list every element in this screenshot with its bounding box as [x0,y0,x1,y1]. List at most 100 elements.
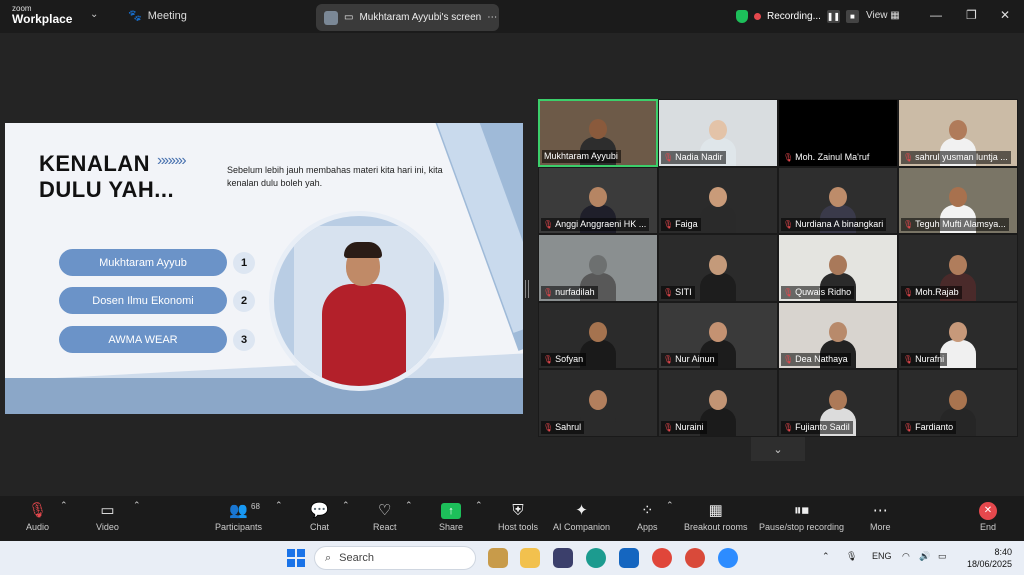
participants-options-caret[interactable]: ⌃ [275,500,283,511]
participant-tile[interactable]: 🎙 Sahrul [538,369,658,437]
mic-muted-icon: 🎙 [783,355,794,365]
file-explorer-icon[interactable] [520,548,540,568]
participant-name-tag: 🎙 Dea Nathaya [781,353,851,367]
edge-icon[interactable] [586,548,606,568]
pause-stop-recording-button[interactable]: ⏸⏹ Pause/stop recording [759,500,844,532]
participant-name: nurfadilah [555,286,595,297]
breakout-rooms-label: Breakout rooms [684,522,748,532]
participant-tile[interactable]: 🎙 Quwais Ridho [778,234,898,302]
language-indicator[interactable]: ENG [872,551,892,561]
share-options-caret[interactable]: ⌃ [475,500,483,511]
chrome-icon[interactable] [652,548,672,568]
slide-title: KENALAN DULU YAH... [39,151,174,203]
paw-icon: 🐾 [128,10,142,22]
close-icon[interactable]: ✕ [1000,8,1010,22]
zoom-app-icon[interactable] [718,548,738,568]
taskbar-search-input[interactable]: ⌕ Search [314,546,476,570]
chrome-profile-icon[interactable] [685,548,705,568]
mic-muted-icon: 🎙 [663,287,674,297]
clock[interactable]: 8:40 18/06/2025 [962,546,1012,570]
react-button[interactable]: ♡ React [373,500,397,532]
end-button[interactable]: ✕ End [979,500,997,532]
participant-name: sahrul yusman luntja ... [915,151,1008,162]
participant-name-tag: 🎙 SITI [661,285,695,299]
gallery-next-page-button[interactable]: ⌄ [751,437,805,461]
meeting-button[interactable]: 🐾 Meeting [128,9,187,23]
pause-recording-button[interactable]: ❚❚ [827,9,840,23]
share-button[interactable]: ↑ Share [439,500,463,532]
slide-item-number: 2 [233,290,255,312]
participant-tile[interactable]: 🎙 Nurafni [898,301,1018,370]
participant-name: Dea Nathaya [795,354,848,365]
apps-button[interactable]: ⁘ Apps [637,500,658,532]
participant-tile[interactable]: 🎙 Dea Nathaya [778,301,898,370]
copilot-icon[interactable] [488,548,508,568]
participant-name-tag: 🎙 Nurdiana A binangkari [781,218,887,232]
minimize-icon[interactable]: — [930,8,942,22]
more-options-icon[interactable]: ⋯ [487,12,497,23]
participants-button[interactable]: 👥 68 Participants [215,500,262,532]
stop-recording-button[interactable]: ■ [845,9,859,23]
participant-tile[interactable]: 🎙 Nuraini [658,369,778,437]
participant-tile[interactable]: 🎙 Nur Ainun [658,301,778,370]
participant-name-tag: 🎙 Fardianto [901,420,957,434]
clock-date: 18/06/2025 [966,559,1012,569]
participant-tile[interactable]: 🎙 Anggi Anggraeni HK ... [538,166,658,235]
participant-tile[interactable]: 🎙 Fardianto [898,369,1018,437]
volume-icon[interactable]: 🔊 [919,551,930,562]
chevron-up-icon[interactable]: ⌃ [822,551,830,562]
split-resize-handle[interactable] [525,280,529,298]
slide-title-line2: DULU YAH... [39,177,175,202]
meeting-label: Meeting [147,9,187,22]
audio-options-caret[interactable]: ⌃ [60,500,68,511]
participant-tile[interactable]: 🎙 nurfadilah [538,234,658,302]
participant-name: Nurdiana A binangkari [795,219,884,230]
shared-screen: KENALAN DULU YAH... »»»» Sebelum lebih j… [5,123,523,414]
more-icon: ⋯ [872,502,888,519]
participant-tile[interactable]: Mukhtaram Ayyubi [538,99,658,167]
store-icon[interactable] [553,548,573,568]
host-tools-button[interactable]: ⛨ Host tools [498,500,538,532]
screen-icon: ▭ [344,12,354,23]
participant-tile[interactable]: 🎙 Sofyan [538,301,658,370]
maximize-icon[interactable]: ❐ [966,8,977,22]
participant-tile[interactable]: 🎙 Faiga [658,166,778,235]
participant-name-tag: 🎙 Sofyan [541,353,587,367]
participant-tile[interactable]: 🎙 Nadia Nadir [658,99,778,167]
shield-icon [736,9,748,23]
outlook-icon[interactable] [619,548,639,568]
view-button[interactable]: View ▦ [866,10,900,21]
more-label: More [870,522,891,532]
chat-options-caret[interactable]: ⌃ [342,500,350,511]
more-button[interactable]: ⋯ More [870,500,891,532]
apps-options-caret[interactable]: ⌃ [666,500,674,511]
windows-start-icon[interactable] [287,549,305,567]
chevron-down-icon[interactable]: ⌄ [90,9,98,20]
slide-item-number: 3 [233,329,255,351]
participant-tile[interactable]: 🎙 Moh.Rajab [898,234,1018,302]
mic-muted-icon: 🎙 [543,287,554,297]
screen-tab-label: Mukhtaram Ayyubi's screen [359,12,482,23]
recording-label: Recording... [767,10,821,22]
screen-share-tab[interactable]: ▭ Mukhtaram Ayyubi's screen ⋯ [316,4,499,31]
video-options-caret[interactable]: ⌃ [133,500,141,511]
battery-icon[interactable]: ▭ [938,551,947,562]
wifi-icon[interactable]: ◠ [902,551,910,562]
participant-tile[interactable]: 🎙 SITI [658,234,778,302]
participant-tile[interactable]: 🎙 Moh. Zainul Ma'ruf [778,99,898,167]
participant-tile[interactable]: 🎙 Nurdiana A binangkari [778,166,898,235]
chat-button[interactable]: 💬 Chat [310,500,329,532]
participant-tile[interactable]: 🎙 Fujianto Sadil [778,369,898,437]
breakout-rooms-button[interactable]: ▦ Breakout rooms [684,500,748,532]
mic-muted-icon: 🎙 [543,422,554,432]
audio-button[interactable]: 🎙 Audio [26,500,49,532]
participant-video [700,254,736,301]
breakout-rooms-icon: ▦ [708,502,723,519]
react-options-caret[interactable]: ⌃ [405,500,413,511]
participant-tile[interactable]: 🎙 sahrul yusman luntja ... [898,99,1018,167]
microphone-icon[interactable]: 🎙 [846,551,857,562]
ai-companion-button[interactable]: ✦ AI Companion [553,500,610,532]
video-button[interactable]: ▭ Video [96,500,119,532]
zoom-workplace-logo[interactable]: zoom Workplace [12,5,72,26]
participant-tile[interactable]: 🎙 Teguh Mufti Alamsya... [898,166,1018,235]
